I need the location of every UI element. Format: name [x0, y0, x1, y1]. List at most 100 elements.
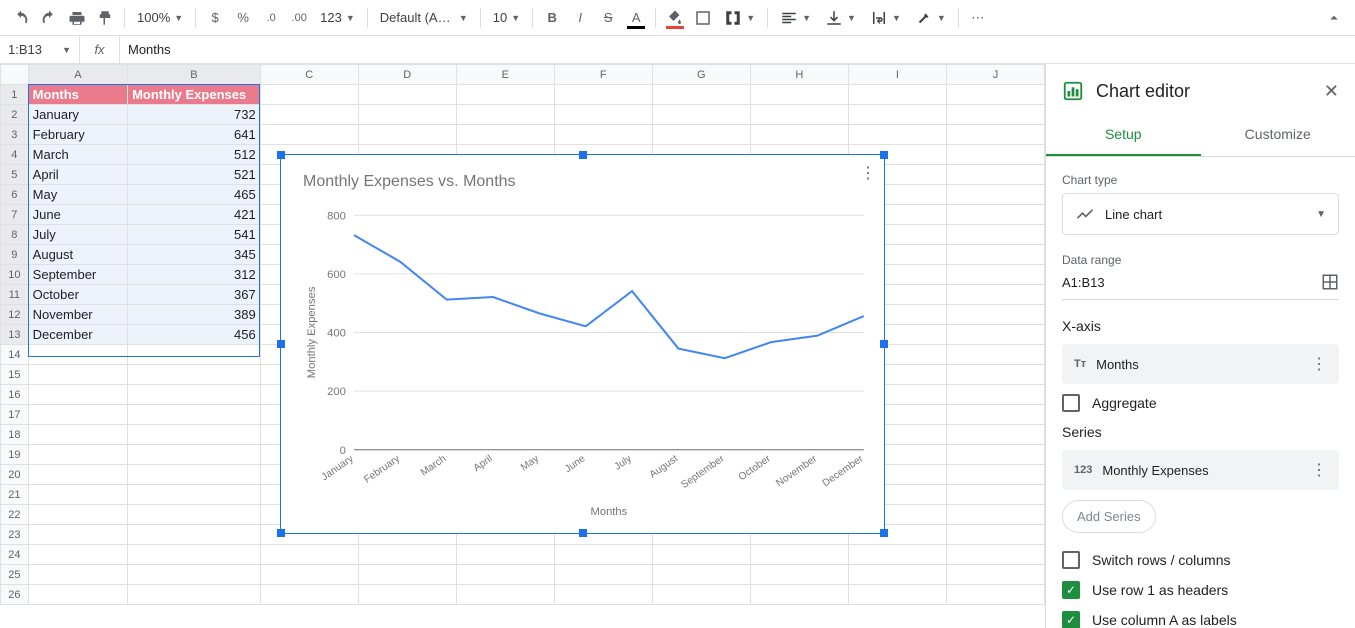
cell[interactable]: Months: [28, 85, 127, 105]
cell[interactable]: [128, 545, 261, 565]
cell[interactable]: [456, 125, 554, 145]
cell[interactable]: [128, 585, 261, 605]
row-header[interactable]: 25: [1, 565, 29, 585]
cell[interactable]: [946, 425, 1044, 445]
col-header-a[interactable]: A: [28, 65, 127, 85]
xaxis-more-button[interactable]: ⋮: [1311, 354, 1327, 374]
cell[interactable]: [554, 565, 652, 585]
select-all-corner[interactable]: [1, 65, 29, 85]
cell[interactable]: [260, 565, 358, 585]
cell[interactable]: [946, 505, 1044, 525]
print-button[interactable]: [64, 5, 90, 31]
cell[interactable]: [456, 565, 554, 585]
col-header-e[interactable]: E: [456, 65, 554, 85]
halign-dropdown[interactable]: ▼: [774, 5, 817, 31]
cell[interactable]: [28, 545, 127, 565]
format-123-dropdown[interactable]: 123▼: [314, 5, 361, 31]
cell[interactable]: [554, 545, 652, 565]
cell[interactable]: [128, 385, 261, 405]
cell[interactable]: 512: [128, 145, 261, 165]
aggregate-checkbox[interactable]: [1062, 394, 1080, 412]
cell[interactable]: [28, 465, 127, 485]
cell[interactable]: [128, 565, 261, 585]
row-header[interactable]: 22: [1, 505, 29, 525]
cell[interactable]: [28, 565, 127, 585]
italic-button[interactable]: I: [567, 5, 593, 31]
xaxis-pill[interactable]: Tᴛ Months ⋮: [1062, 344, 1339, 384]
cell[interactable]: [128, 465, 261, 485]
cell[interactable]: January: [28, 105, 127, 125]
name-box[interactable]: 1:B13▼: [0, 36, 80, 63]
cell[interactable]: [750, 125, 848, 145]
cell[interactable]: [848, 585, 946, 605]
cola-checkbox[interactable]: ✓: [1062, 611, 1080, 628]
cell[interactable]: [946, 205, 1044, 225]
col-header-d[interactable]: D: [358, 65, 456, 85]
cell[interactable]: November: [28, 305, 127, 325]
cell[interactable]: [28, 405, 127, 425]
row-header[interactable]: 23: [1, 525, 29, 545]
font-dropdown[interactable]: Default (Ari...▼: [374, 5, 474, 31]
increase-decimal-button[interactable]: .00: [286, 5, 312, 31]
cell[interactable]: [260, 105, 358, 125]
resize-handle[interactable]: [579, 151, 587, 159]
cell[interactable]: [28, 425, 127, 445]
cell[interactable]: [652, 585, 750, 605]
cell[interactable]: Monthly Expenses: [128, 85, 261, 105]
row-header[interactable]: 24: [1, 545, 29, 565]
cell[interactable]: [128, 365, 261, 385]
tab-customize[interactable]: Customize: [1201, 114, 1355, 156]
cell[interactable]: [946, 545, 1044, 565]
cell[interactable]: 421: [128, 205, 261, 225]
col-header-g[interactable]: G: [652, 65, 750, 85]
cell[interactable]: [554, 125, 652, 145]
series-pill[interactable]: 123 Monthly Expenses ⋮: [1062, 450, 1339, 490]
cell[interactable]: [28, 385, 127, 405]
row-header[interactable]: 16: [1, 385, 29, 405]
cell[interactable]: [28, 485, 127, 505]
bold-button[interactable]: B: [539, 5, 565, 31]
collapse-toolbar-button[interactable]: [1321, 5, 1347, 31]
cell[interactable]: [848, 85, 946, 105]
cell[interactable]: [848, 545, 946, 565]
add-series-button[interactable]: Add Series: [1062, 500, 1156, 533]
paint-format-button[interactable]: [92, 5, 118, 31]
cell[interactable]: [456, 585, 554, 605]
cell[interactable]: [28, 525, 127, 545]
cell[interactable]: [946, 585, 1044, 605]
undo-button[interactable]: [8, 5, 34, 31]
cell[interactable]: 641: [128, 125, 261, 145]
row-header[interactable]: 7: [1, 205, 29, 225]
row-header[interactable]: 18: [1, 425, 29, 445]
row-header[interactable]: 10: [1, 265, 29, 285]
resize-handle[interactable]: [880, 340, 888, 348]
row-header[interactable]: 19: [1, 445, 29, 465]
cell[interactable]: [128, 345, 261, 365]
cell[interactable]: October: [28, 285, 127, 305]
cell[interactable]: April: [28, 165, 127, 185]
row-header[interactable]: 13: [1, 325, 29, 345]
row-header[interactable]: 6: [1, 185, 29, 205]
cell[interactable]: [946, 385, 1044, 405]
row-header[interactable]: 1: [1, 85, 29, 105]
cell[interactable]: [946, 565, 1044, 585]
cell[interactable]: [554, 85, 652, 105]
text-color-button[interactable]: A: [623, 5, 649, 31]
percent-button[interactable]: %: [230, 5, 256, 31]
cell[interactable]: [652, 125, 750, 145]
col-header-h[interactable]: H: [750, 65, 848, 85]
cell[interactable]: July: [28, 225, 127, 245]
col-header-i[interactable]: I: [848, 65, 946, 85]
cell[interactable]: [260, 545, 358, 565]
more-toolbar-button[interactable]: ⋯: [965, 5, 991, 31]
fill-color-button[interactable]: [662, 5, 688, 31]
cell[interactable]: [946, 265, 1044, 285]
resize-handle[interactable]: [880, 151, 888, 159]
cell[interactable]: [750, 85, 848, 105]
cell[interactable]: [28, 365, 127, 385]
cell[interactable]: [358, 585, 456, 605]
row-header[interactable]: 20: [1, 465, 29, 485]
cell[interactable]: [946, 305, 1044, 325]
resize-handle[interactable]: [579, 529, 587, 537]
cell[interactable]: [750, 585, 848, 605]
